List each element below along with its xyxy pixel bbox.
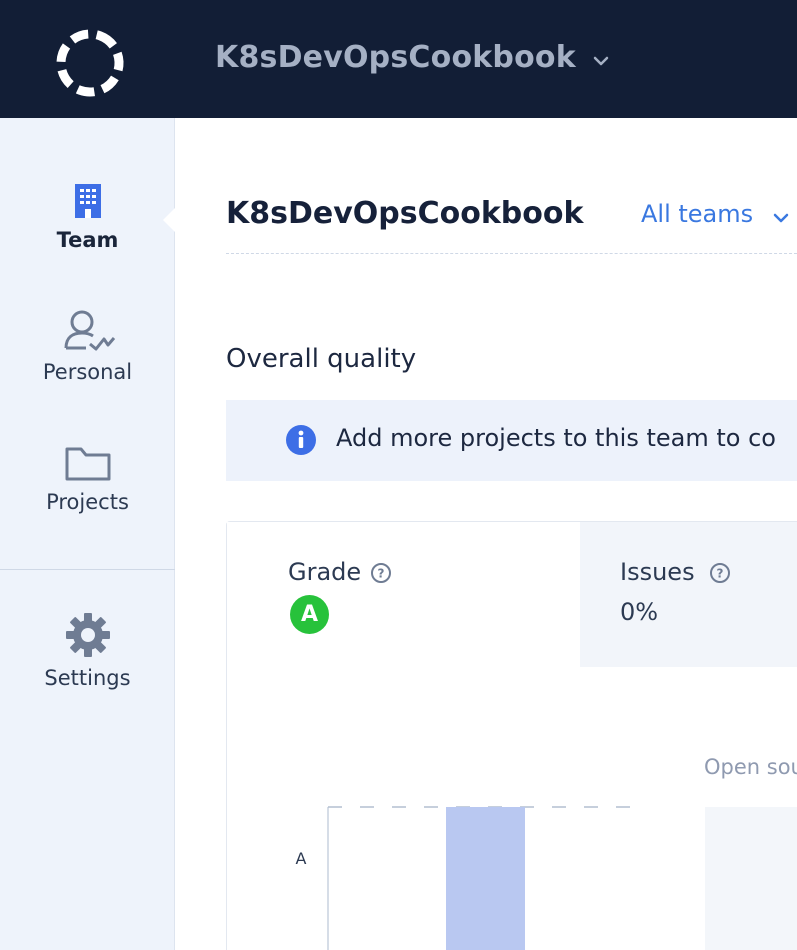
issues-value: 0% [620,598,659,626]
chevron-down-icon[interactable] [592,54,610,68]
section-title: Overall quality [226,344,417,374]
grade-label: Grade [288,558,362,586]
active-indicator [163,208,175,232]
sidebar: Team Personal Projects Settings [0,118,175,950]
grade-badge: A [290,595,329,634]
gear-icon [65,613,110,657]
sidebar-item-personal[interactable]: Personal [0,308,175,384]
sidebar-divider [0,569,175,570]
grade-chart-svg: A [296,806,797,950]
help-icon[interactable]: ? [709,562,731,584]
sidebar-item-label: Personal [42,360,133,384]
sidebar-item-projects[interactable]: Projects [0,444,175,514]
svg-text:?: ? [378,567,385,581]
quality-card: Grade ? A Issues ? 0% Open sou A [226,521,797,950]
user-check-icon [64,310,115,351]
grade-bar[interactable] [446,807,525,950]
grade-chart: Open sou A [227,667,797,950]
sidebar-item-settings[interactable]: Settings [0,612,175,690]
issues-metric: Issues ? 0% [580,522,797,667]
svg-text:?: ? [717,567,724,581]
help-icon[interactable]: ? [370,562,392,584]
sidebar-item-team[interactable]: Team [0,182,175,252]
folder-icon [65,447,110,481]
main-content: K8sDevOpsCookbook All teams Overall qual… [175,118,797,950]
info-icon [286,425,316,455]
sidebar-item-label: Team [56,228,119,252]
chevron-down-icon[interactable] [772,211,790,225]
grade-metric: Grade ? A [227,522,580,667]
info-banner: Add more projects to this team to co [226,400,797,481]
issues-label: Issues [620,558,695,586]
sidebar-item-label: Projects [46,490,129,514]
building-icon [74,184,101,218]
top-bar: K8sDevOpsCookbook [0,0,797,118]
team-select[interactable]: All teams [641,200,753,228]
title-divider [226,253,797,254]
page-title: K8sDevOpsCookbook [226,196,584,231]
org-switcher-label[interactable]: K8sDevOpsCookbook [215,40,576,75]
chart-background-panel [705,807,797,950]
info-banner-text: Add more projects to this team to co [336,424,776,452]
y-tick-label: A [296,849,307,868]
circle-dashes-logo[interactable] [53,26,127,100]
sidebar-item-label: Settings [44,666,131,690]
